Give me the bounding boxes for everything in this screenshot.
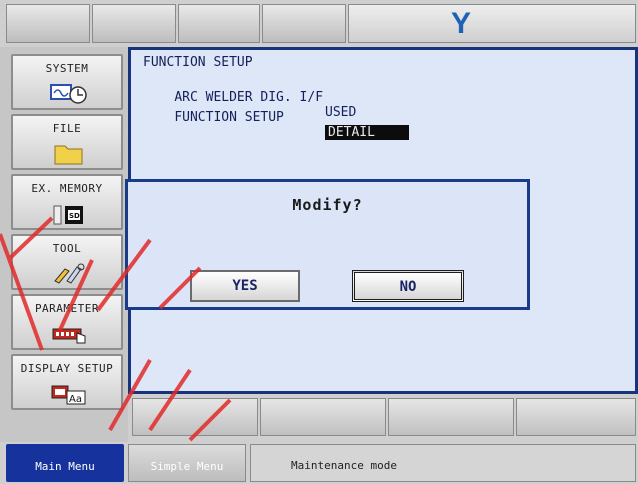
status-bar: Maintenance mode [250, 444, 636, 482]
brand-logo: Y [451, 7, 472, 40]
setting-value[interactable]: USED [325, 105, 356, 120]
function-key-2[interactable] [260, 398, 386, 436]
function-key-3[interactable] [388, 398, 514, 436]
logo-area: Y [348, 4, 636, 43]
top-button-4[interactable] [262, 4, 346, 43]
yes-button[interactable]: YES [190, 270, 300, 302]
menu-display-setup-button[interactable]: DISPLAY SETUP Aa [11, 354, 123, 410]
confirm-dialog: Modify? YES NO [125, 179, 530, 310]
system-clock-icon [50, 84, 87, 104]
menu-tool-button[interactable]: TOOL [11, 234, 123, 290]
folder-icon [54, 145, 83, 165]
no-button[interactable]: NO [352, 270, 464, 302]
function-key-1[interactable] [132, 398, 258, 436]
svg-text:SD: SD [69, 212, 80, 220]
menu-file-label: FILE [52, 122, 82, 135]
menu-ex-memory-label: EX. MEMORY [31, 182, 103, 195]
main-menu-button[interactable]: Main Menu [6, 444, 124, 482]
menu-display-setup-label: DISPLAY SETUP [20, 362, 114, 375]
main-menu-label: Main Menu [35, 460, 95, 473]
page-title: FUNCTION SETUP [143, 55, 253, 70]
sd-card-icon: SD [53, 205, 83, 225]
tool-icon [54, 263, 85, 284]
menu-ex-memory-button[interactable]: EX. MEMORY SD [11, 174, 123, 230]
function-key-bar [128, 394, 638, 442]
setting-row: FUNCTION SETUP DETAIL [143, 95, 409, 155]
top-bar: Y [0, 0, 638, 47]
bottom-bar: Main Menu Simple Menu Maintenance mode [0, 442, 638, 484]
menu-file-button[interactable]: FILE [11, 114, 123, 170]
parameter-icon [52, 328, 86, 344]
menu-tool-label: TOOL [52, 242, 82, 255]
function-key-4[interactable] [516, 398, 636, 436]
menu-system-label: SYSTEM [45, 62, 89, 75]
dialog-message: Modify? [292, 196, 363, 214]
setting-value-selected[interactable]: DETAIL [325, 125, 409, 140]
menu-parameter-label: PARAMETER [34, 302, 100, 315]
top-button-2[interactable] [92, 4, 176, 43]
setting-label: FUNCTION SETUP [174, 110, 284, 125]
menu-parameter-button[interactable]: PARAMETER [11, 294, 123, 350]
menu-system-button[interactable]: SYSTEM [11, 54, 123, 110]
simple-menu-button[interactable]: Simple Menu [128, 444, 246, 482]
top-button-1[interactable] [6, 4, 90, 43]
left-menu: SYSTEM FILE EX. MEMORY SD TOOL PARAMETER… [0, 47, 128, 442]
status-text: Maintenance mode [291, 459, 397, 472]
svg-text:Aa: Aa [69, 394, 82, 405]
simple-menu-label: Simple Menu [150, 460, 224, 473]
display-setup-icon: Aa [51, 385, 86, 405]
top-button-3[interactable] [178, 4, 260, 43]
